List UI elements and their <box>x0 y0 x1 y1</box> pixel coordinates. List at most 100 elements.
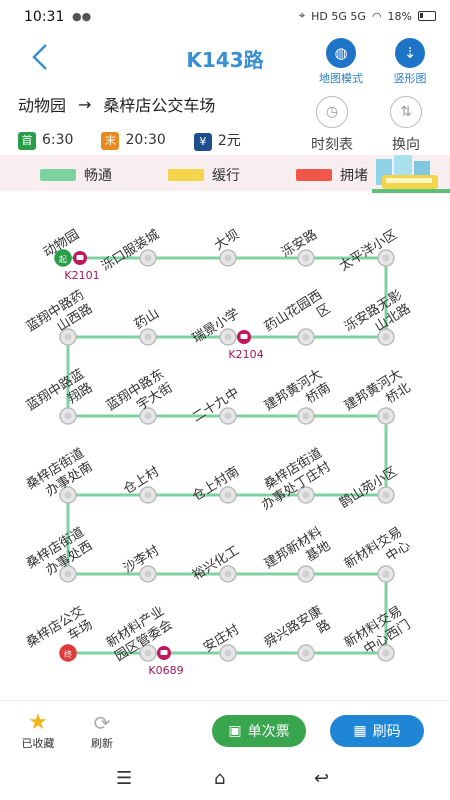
legend-label: 畅通 <box>84 168 112 184</box>
stop-10[interactable]: 泺安路无影山北路 <box>341 287 413 349</box>
stop-2[interactable]: 泺口服装城 <box>99 227 162 274</box>
legend-swatch <box>40 169 76 181</box>
stop-21[interactable]: 桑梓店街道办事处西 <box>24 525 96 586</box>
stop-23[interactable]: 裕兴化工 <box>190 543 242 583</box>
location-icon: ⌖ <box>298 9 306 22</box>
stop-dot-inner <box>224 412 232 420</box>
stop-dot-inner <box>144 649 152 657</box>
qr-icon: ▦ <box>353 723 367 739</box>
stop-4[interactable]: 泺安路 <box>278 226 320 267</box>
stop-name: 蓝翔中路东宇大街 <box>103 366 175 428</box>
legend-label: 缓行 <box>212 168 240 184</box>
status-time: 10:31 <box>24 9 65 25</box>
legend-swatch <box>168 169 204 181</box>
route-summary: 动物园 → 桑梓店公交车场 <box>18 92 215 116</box>
menu-icon[interactable]: ☰ <box>116 768 132 789</box>
stop-dot-inner <box>382 491 390 499</box>
scan-code-button[interactable]: ▦ 刷码 <box>330 715 424 747</box>
last-bus-badge: 末 <box>101 131 120 150</box>
stop-26[interactable]: 桑梓店公交车场终 <box>23 603 95 665</box>
vertical-view-label: 竖形图 <box>393 72 427 85</box>
stop-dot-inner <box>302 412 310 420</box>
home-icon[interactable]: ⌂ <box>214 768 225 789</box>
legend-item-smooth: 畅通 <box>40 165 112 185</box>
stop-1[interactable]: 动物园K2101起 <box>41 227 100 282</box>
bus-glyph <box>240 334 248 339</box>
bus-plate: K2101 <box>64 269 99 282</box>
service-times: 首 6:30 末 20:30 ¥2元 <box>18 130 241 151</box>
bottom-bar: ★ 已收藏 ⟳ 刷新 ▣ 单次票 ▦ 刷码 <box>0 700 450 760</box>
stop-dot-inner <box>224 649 232 657</box>
reverse-direction-button[interactable]: ⇅ 换向 <box>378 96 434 154</box>
stop-22[interactable]: 沙李村 <box>121 543 162 583</box>
map-mode-button[interactable]: ◍ 地图模式 <box>311 38 371 86</box>
stop-20[interactable]: 鹊山苑小区 <box>337 464 400 511</box>
timetable-label: 时刻表 <box>311 137 353 153</box>
refresh-button[interactable]: ⟳ 刷新 <box>80 711 124 751</box>
stop-name: 建邦新材料基地 <box>261 524 333 586</box>
stop-dot-inner <box>382 570 390 578</box>
star-icon: ★ <box>28 710 48 735</box>
stop-16[interactable]: 桑梓店街道办事处南 <box>24 446 96 507</box>
stop-15[interactable]: 建邦黄河大桥北 <box>342 367 414 428</box>
single-ticket-button[interactable]: ▣ 单次票 <box>212 715 306 747</box>
stop-24[interactable]: 建邦新材料基地 <box>261 524 333 586</box>
vertical-view-button[interactable]: ⇣ 竖形图 <box>380 38 440 86</box>
system-nav-bar: ☰ ⌂ ↩ <box>0 760 450 800</box>
map-mode-label: 地图模式 <box>319 72 363 85</box>
stop-dot-inner <box>302 333 310 341</box>
stop-25[interactable]: 新材料交易中心 <box>341 524 413 586</box>
stop-dot-inner <box>144 333 152 341</box>
stop-17[interactable]: 仓上村 <box>121 464 162 504</box>
stop-name: 舜兴路安康路 <box>261 603 333 665</box>
stop-19[interactable]: 桑梓店街道办事处丁庄村 <box>251 446 334 514</box>
stop-name: 药山花园西区 <box>261 287 333 349</box>
stop-7[interactable]: 药山 <box>132 306 162 346</box>
stop-name: 新材料交易中心西门 <box>341 603 413 665</box>
vertical-view-icon: ⇣ <box>395 38 425 68</box>
timetable-button[interactable]: ◷ 时刻表 <box>304 96 360 154</box>
back-nav-icon[interactable]: ↩ <box>314 768 329 789</box>
ticket-label: 单次票 <box>247 724 290 740</box>
stop-dot-inner <box>64 333 72 341</box>
stop-18[interactable]: 仓上村南 <box>189 463 242 504</box>
stop-dot-inner <box>64 570 72 578</box>
stop-3[interactable]: 大坝 <box>212 227 242 267</box>
stop-dot-inner <box>302 570 310 578</box>
stop-8[interactable]: 瑞景小学K2104 <box>189 305 263 361</box>
swap-icon: ⇅ <box>390 96 422 128</box>
stop-11[interactable]: 蓝翔中路蓝翔路 <box>23 366 95 428</box>
stop-28[interactable]: 安庄村 <box>200 621 242 662</box>
header: K143路 ◍ 地图模式 ⇣ 竖形图 <box>0 34 450 86</box>
stop-6[interactable]: 蓝翔中路药山西路 <box>23 287 95 349</box>
stop-30[interactable]: 新材料交易中心西门 <box>341 603 413 665</box>
clock-icon: ◷ <box>316 96 348 128</box>
stop-29[interactable]: 舜兴路安康路 <box>261 603 333 665</box>
legend-label: 拥堵 <box>340 168 368 184</box>
reverse-label: 换向 <box>392 137 420 153</box>
favorite-label: 已收藏 <box>21 737 55 750</box>
traffic-legend: 畅通 缓行 拥堵 <box>0 155 450 193</box>
stop-14[interactable]: 建邦黄河大桥南 <box>262 367 334 428</box>
chat-icon: ●● <box>72 10 92 23</box>
status-icons: ⌖ HD 5G 5G ◠ 18% <box>299 9 436 23</box>
refresh-label: 刷新 <box>91 737 113 750</box>
last-bus-time: 20:30 <box>125 131 166 148</box>
stop-dot-inner <box>224 254 232 262</box>
legend-swatch <box>296 169 332 181</box>
stop-27[interactable]: 新材料产业园区管委会K0689 <box>103 603 183 677</box>
favorite-button[interactable]: ★ 已收藏 <box>16 711 60 751</box>
stop-dot-inner <box>144 491 152 499</box>
arrow-right-icon: → <box>78 94 92 114</box>
battery-text: 18% <box>387 9 412 23</box>
globe-icon: ◍ <box>326 38 356 68</box>
stop-name: 桑梓店街道办事处丁庄村 <box>251 446 334 514</box>
stop-dot-inner <box>144 570 152 578</box>
stop-5[interactable]: 太平洋小区 <box>337 227 400 274</box>
stop-dot-inner <box>382 254 390 262</box>
stop-13[interactable]: 二十九中 <box>190 385 242 425</box>
stop-dot-inner <box>224 333 232 341</box>
refresh-icon: ⟳ <box>93 711 111 735</box>
stop-9[interactable]: 药山花园西区 <box>261 287 333 349</box>
stop-12[interactable]: 蓝翔中路东宇大街 <box>103 366 175 428</box>
